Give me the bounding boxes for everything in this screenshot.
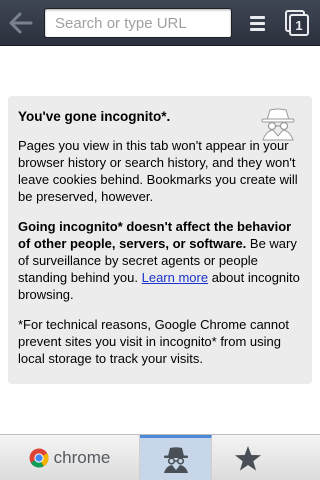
chrome-tab[interactable]: chrome <box>0 435 140 480</box>
bottom-bar: chrome <box>0 434 320 480</box>
bookmarks-tab[interactable] <box>212 435 284 480</box>
arrow-left-icon <box>9 12 33 34</box>
incognito-info-card: You've gone incognito*. Pages you view i… <box>8 96 312 384</box>
incognito-icon <box>163 446 188 473</box>
menu-icon <box>249 15 265 19</box>
search-input[interactable] <box>55 14 221 32</box>
tab-switcher-button[interactable]: 1 <box>282 8 312 38</box>
top-toolbar: 1 <box>0 0 320 46</box>
incognito-paragraph-1: Pages you view in this tab won't appear … <box>18 138 298 204</box>
chrome-label: chrome <box>53 448 111 467</box>
tab-count: 1 <box>289 14 309 36</box>
menu-icon-bar <box>249 21 265 25</box>
star-icon <box>235 445 261 471</box>
menu-button[interactable] <box>240 6 274 40</box>
chrome-logo-icon <box>29 448 49 468</box>
learn-more-link[interactable]: Learn more <box>142 270 208 285</box>
back-button[interactable] <box>4 6 38 40</box>
incognito-tab[interactable] <box>140 435 212 480</box>
incognito-paragraph-2: Going incognito* doesn't affect the beha… <box>18 218 302 303</box>
incognito-spy-icon <box>261 108 295 141</box>
omnibox[interactable] <box>44 8 232 38</box>
incognito-paragraph-3: *For technical reasons, Google Chrome ca… <box>18 317 289 366</box>
menu-icon-bar <box>249 27 265 31</box>
